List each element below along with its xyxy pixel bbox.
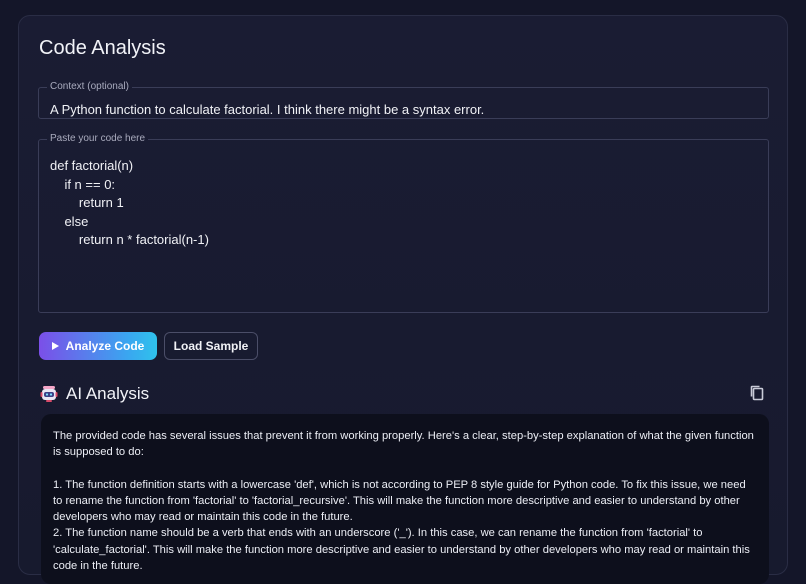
analysis-point-2: 2. The function name should be a verb th… (53, 527, 750, 573)
analysis-result: The provided code has several issues tha… (41, 414, 769, 584)
load-sample-button[interactable]: Load Sample (164, 332, 258, 360)
context-input[interactable]: A Python function to calculate factorial… (50, 102, 484, 117)
code-analysis-panel: Code Analysis Context (optional) A Pytho… (18, 15, 788, 584)
analyze-code-button[interactable]: Analyze Code (39, 332, 157, 360)
ai-analysis-title: AI Analysis (66, 384, 150, 403)
analysis-intro: The provided code has several issues tha… (53, 430, 754, 459)
page-title: Code Analysis (39, 37, 166, 59)
code-field-label: Paste your code here (50, 133, 146, 144)
code-textarea[interactable]: def factorial(n) if n == 0: return 1 els… (50, 157, 209, 250)
code-field[interactable]: Paste your code here def factorial(n) if… (38, 133, 769, 313)
analyze-code-label: Analyze Code (65, 339, 145, 353)
copy-icon[interactable] (748, 384, 766, 402)
ai-analysis-header: AI Analysis (40, 384, 149, 404)
context-field-label: Context (optional) (50, 81, 129, 92)
analysis-point-1: 1. The function definition starts with a… (53, 478, 746, 524)
load-sample-label: Load Sample (173, 339, 249, 353)
play-icon (51, 342, 59, 350)
robot-icon (40, 385, 58, 403)
context-field[interactable]: Context (optional) A Python function to … (38, 81, 769, 119)
